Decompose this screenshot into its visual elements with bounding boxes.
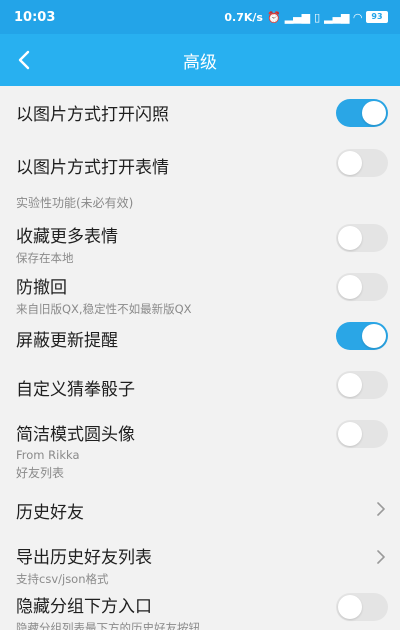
setting-label: 导出历史好友列表 — [16, 548, 152, 568]
setting-description: 来自旧版QX,稳定性不如最新版QX — [16, 302, 192, 316]
chevron-right-icon — [377, 502, 385, 516]
toggle-open-sticker-as-image[interactable] — [336, 149, 388, 177]
setting-description: 支持csv/json格式 — [16, 572, 109, 586]
sim-icon: ▯ — [314, 10, 321, 24]
back-button[interactable] — [8, 44, 40, 76]
setting-export-history-friends[interactable]: 导出历史好友列表 支持csv/json格式 — [0, 543, 400, 587]
setting-description: From Rikka — [16, 448, 80, 462]
toggle-knob — [338, 595, 362, 619]
signal-icon: ▂▄▆ — [284, 10, 311, 24]
battery-icon: 93 — [366, 11, 388, 23]
section-header-friend-list: 好友列表 — [16, 466, 65, 480]
toggle-hide-group-entry[interactable] — [336, 593, 388, 621]
wifi-icon: ◠ — [353, 10, 362, 24]
alarm-icon: ⏰ — [266, 10, 281, 24]
toggle-knob — [338, 422, 362, 446]
toggle-knob — [362, 101, 386, 125]
toggle-collect-more-stickers[interactable] — [336, 224, 388, 252]
title-bar: 高级 — [0, 34, 400, 86]
toggle-simple-round-avatar[interactable] — [336, 420, 388, 448]
status-bar: 10:03 0.7K/s ⏰ ▂▄▆ ▯ ▂▄▆ ◠ 93 — [0, 0, 400, 34]
toggle-open-flash-photo[interactable] — [336, 99, 388, 127]
toggle-knob — [338, 151, 362, 175]
toggle-anti-recall[interactable] — [336, 273, 388, 301]
section-header-experimental: 实验性功能(未必有效) — [16, 196, 134, 210]
chevron-right-icon — [377, 550, 385, 564]
setting-history-friends[interactable]: 历史好友 — [0, 498, 400, 523]
status-time: 10:03 — [14, 9, 56, 25]
network-speed: 0.7K/s — [224, 10, 263, 24]
toggle-knob — [362, 324, 386, 348]
chevron-left-icon — [18, 50, 30, 70]
status-icons: 0.7K/s ⏰ ▂▄▆ ▯ ▂▄▆ ◠ 93 — [224, 11, 388, 24]
toggle-block-update-reminder[interactable] — [336, 322, 388, 350]
toggle-knob — [338, 226, 362, 250]
page-title: 高级 — [183, 52, 217, 73]
signal-2-icon: ▂▄▆ — [324, 10, 350, 24]
toggle-custom-rps-dice[interactable] — [336, 371, 388, 399]
toggle-knob — [338, 373, 362, 397]
setting-description: 保存在本地 — [16, 251, 74, 265]
toggle-knob — [338, 275, 362, 299]
setting-description: 隐藏分组列表最下方的历史好友按钮 — [16, 621, 200, 630]
setting-label: 历史好友 — [16, 503, 84, 523]
